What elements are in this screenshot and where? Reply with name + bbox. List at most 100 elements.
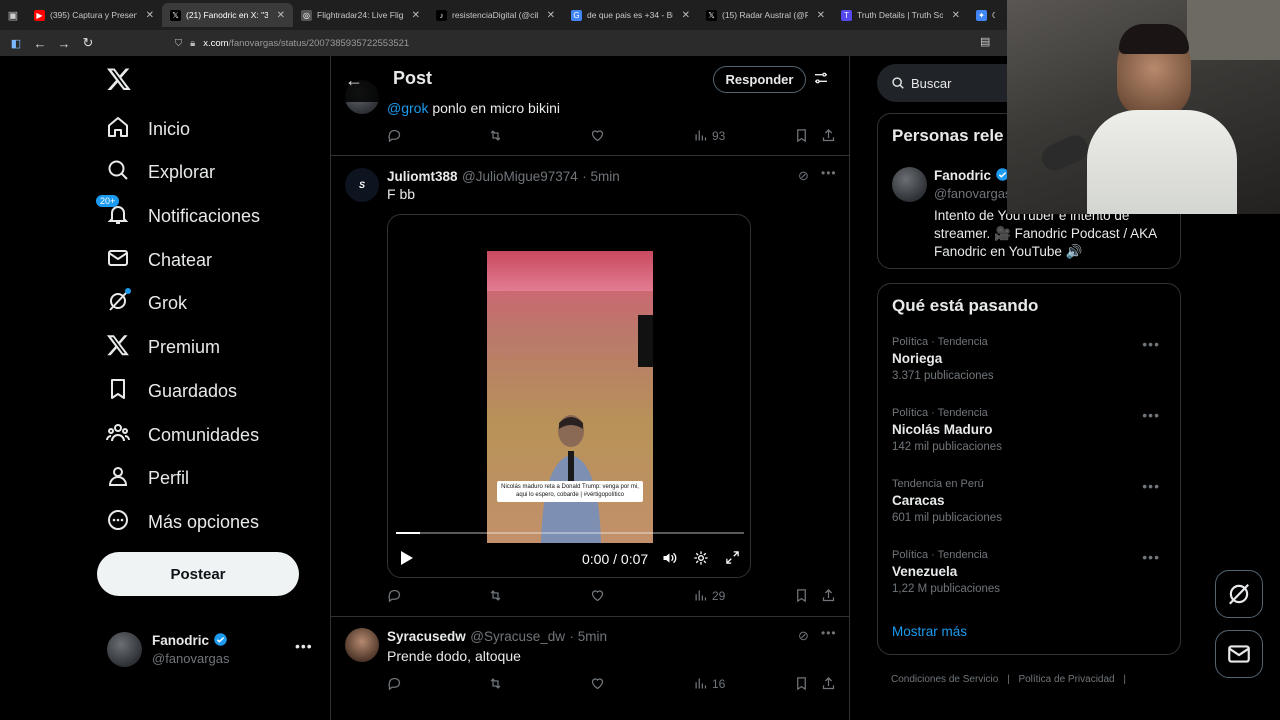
avatar[interactable] xyxy=(892,167,927,202)
tweet[interactable]: Syracusedw @Syracuse_dw · 5min ⊘ ••• Pre… xyxy=(331,618,849,720)
video-player[interactable]: Nicolás maduro reta a Donald Trump: veng… xyxy=(387,214,751,578)
volume-icon[interactable] xyxy=(661,550,678,569)
share-button[interactable] xyxy=(821,588,836,603)
reply-icon xyxy=(387,588,402,603)
back-icon[interactable]: ← xyxy=(28,36,52,51)
more-icon[interactable]: ••• xyxy=(1142,549,1160,565)
x-logo-icon[interactable] xyxy=(106,66,132,92)
messages-fab-button[interactable] xyxy=(1215,630,1263,678)
fullscreen-icon[interactable] xyxy=(725,550,740,568)
trend-item[interactable]: Política · Tendencia Noriega 3.371 publica… xyxy=(892,336,1168,382)
person-handle[interactable]: @fanovargas xyxy=(934,186,1012,201)
settings-gear-icon[interactable] xyxy=(693,550,709,569)
tab-close-icon[interactable]: ✕ xyxy=(273,10,285,21)
share-button[interactable] xyxy=(821,128,836,143)
more-icon[interactable]: ••• xyxy=(821,166,837,180)
share-button[interactable] xyxy=(821,676,836,691)
like-button[interactable] xyxy=(590,588,605,603)
site-info-icon[interactable]: ⛉ xyxy=(175,38,182,49)
show-more-link[interactable]: Mostrar más xyxy=(892,624,967,639)
tab-close-icon[interactable]: ✕ xyxy=(678,10,690,21)
views-button[interactable]: 93 xyxy=(693,128,725,143)
more-icon[interactable]: ••• xyxy=(1142,478,1160,494)
mention-link[interactable]: @grok xyxy=(387,100,428,116)
tab-close-icon[interactable]: ✕ xyxy=(408,10,420,21)
tweet-time[interactable]: · 5min xyxy=(569,629,607,644)
reply-button[interactable]: Responder xyxy=(713,66,806,93)
retweet-button[interactable] xyxy=(488,588,503,603)
more-icon[interactable]: ••• xyxy=(1142,407,1160,423)
avatar xyxy=(345,628,379,662)
nav-item-mas-opciones[interactable]: Más opciones xyxy=(106,504,259,540)
url-field[interactable]: ⛉ 🔒︎ x.com/fanovargas/status/20073859357… xyxy=(175,33,1015,53)
nav-item-premium[interactable]: Premium xyxy=(106,329,220,365)
bookmark-button[interactable] xyxy=(794,128,809,143)
trend-item[interactable]: Tendencia en Perú Caracas 601 mil publicac… xyxy=(892,478,1168,524)
tweet[interactable]: S Juliomt388 @JulioMigue97374 · 5min ⊘ •… xyxy=(331,156,849,617)
author-name[interactable]: Juliomt388 xyxy=(387,169,458,184)
more-icon[interactable]: ••• xyxy=(1142,336,1160,352)
nav-item-comunidades[interactable]: Comunidades xyxy=(106,417,259,453)
bookmark-button[interactable] xyxy=(794,676,809,691)
reply-button[interactable] xyxy=(387,676,402,691)
nav-item-grok[interactable]: Grok xyxy=(106,285,187,321)
browser-tab[interactable]: ▶ (395) Captura y Presentació ✕ xyxy=(26,3,162,27)
tab-close-icon[interactable]: ✕ xyxy=(948,10,960,21)
like-button[interactable] xyxy=(590,128,605,143)
reader-view-icon[interactable]: ▤ xyxy=(980,35,990,48)
tweet-time[interactable]: · 5min xyxy=(582,169,620,184)
browser-tab[interactable]: ✦ Goo xyxy=(968,3,1003,27)
browser-tab[interactable]: Gde que pais es +34 - Buscar ✕ xyxy=(563,3,698,27)
tab-close-icon[interactable]: ✕ xyxy=(142,10,154,21)
video-frame: Nicolás maduro reta a Donald Trump: veng… xyxy=(487,251,653,543)
tab-close-icon[interactable]: ✕ xyxy=(813,10,825,21)
nav-item-perfil[interactable]: Perfil xyxy=(106,460,189,496)
author-name[interactable]: Syracusedw xyxy=(387,629,466,644)
back-arrow-icon[interactable]: ← xyxy=(345,70,363,91)
nav-item-explorar[interactable]: Explorar xyxy=(106,154,215,190)
tab-close-icon[interactable]: ✕ xyxy=(543,10,555,21)
more-icon[interactable]: ••• xyxy=(821,626,837,640)
forward-icon[interactable]: → xyxy=(52,36,76,51)
tab-favicon-icon: ▶ xyxy=(34,9,45,21)
author-handle[interactable]: @Syracuse_dw xyxy=(470,629,565,644)
views-button[interactable]: 29 xyxy=(693,588,725,603)
trend-item[interactable]: Política · Tendencia Nicolás Maduro 142 mi… xyxy=(892,407,1168,453)
bookmark-button[interactable] xyxy=(794,588,809,603)
browser-tab[interactable]: 𝕏 (15) Radar Austral (@Radar ✕ xyxy=(698,3,833,27)
browser-tab[interactable]: T Truth Details | Truth Social ✕ xyxy=(833,3,968,27)
video-progress-bar[interactable] xyxy=(396,532,744,534)
reload-icon[interactable]: ↻ xyxy=(76,35,100,51)
nav-item-inicio[interactable]: Inicio xyxy=(106,111,190,147)
footer-link[interactable]: Política de Privacidad xyxy=(1018,674,1114,685)
nav-item-guardados[interactable]: Guardados xyxy=(106,373,237,409)
reply-button[interactable] xyxy=(387,128,402,143)
grok-icon[interactable]: ⊘ xyxy=(798,168,809,184)
nav-item-notificaciones[interactable]: 20+ Notificaciones xyxy=(96,194,260,234)
browser-tab[interactable]: 𝕏 (21) Fanodric en X: "3 de En ✕ xyxy=(162,3,293,27)
sidebar-toggle-icon[interactable]: ◧ xyxy=(4,37,28,50)
grok-icon[interactable]: ⊘ xyxy=(798,628,809,644)
nav-item-chatear[interactable]: Chatear xyxy=(106,242,212,278)
reply-button[interactable] xyxy=(387,588,402,603)
like-button[interactable] xyxy=(590,676,605,691)
author-handle[interactable]: @JulioMigue97374 xyxy=(462,169,578,184)
filter-icon[interactable] xyxy=(813,70,829,89)
person-name[interactable]: Fanodric xyxy=(934,168,991,183)
tab-actions-icon[interactable]: ▣ xyxy=(0,9,26,22)
footer-link[interactable]: Condiciones de Servicio xyxy=(891,674,998,685)
account-switcher[interactable]: Fanodric @fanovargas ••• xyxy=(107,632,317,668)
retweet-button[interactable] xyxy=(488,676,503,691)
grok-fab-button[interactable] xyxy=(1215,570,1263,618)
tab-title: Truth Details | Truth Social xyxy=(857,10,943,20)
views-button[interactable]: 16 xyxy=(693,676,725,691)
more-icon[interactable]: ••• xyxy=(295,638,313,654)
retweet-button[interactable] xyxy=(488,128,503,143)
browser-tab[interactable]: ◎ Flightradar24: Live Flight Tr ✕ xyxy=(293,3,428,27)
video-window-shape xyxy=(487,251,653,291)
browser-tab[interactable]: ♪ resistenciaDigital (@cibere ✕ xyxy=(428,3,563,27)
post-button[interactable]: Postear xyxy=(97,552,299,596)
search-icon xyxy=(892,77,904,89)
play-icon[interactable] xyxy=(400,550,414,569)
trend-item[interactable]: Política · Tendencia Venezuela 1,22 M publ… xyxy=(892,549,1168,595)
